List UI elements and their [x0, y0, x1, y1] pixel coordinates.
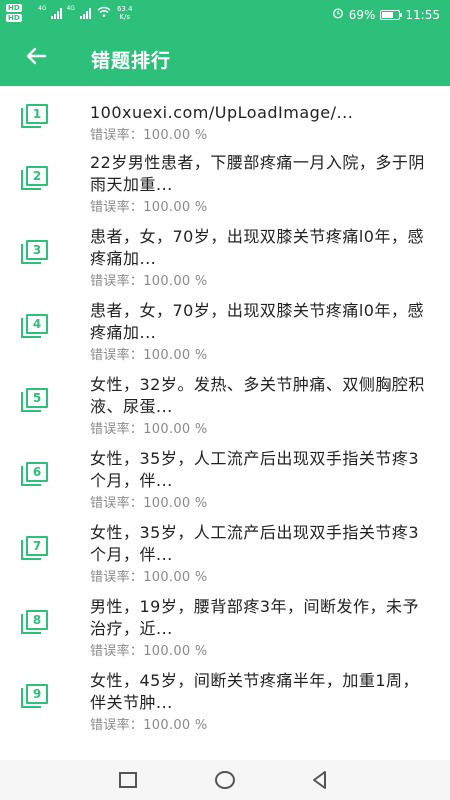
- rank-number: 7: [26, 536, 48, 556]
- rank-icon: 6: [21, 462, 49, 488]
- rank-number: 4: [26, 314, 48, 334]
- question-title: 22岁男性患者，下腰部疼痛一月入院，多于阴雨天加重...: [90, 153, 425, 194]
- status-bar: HD HD 4G 4G 63.4 K/s 69% 11:55: [0, 0, 450, 30]
- rank-icon: 1: [21, 104, 49, 130]
- question-title: 女性，35岁，人工流产后出现双手指关节疼3个月，伴...: [90, 523, 420, 564]
- error-rate: 错误率：100.00 %: [90, 718, 208, 733]
- list-item[interactable]: 9 女性，45岁，间断关节疼痛半年，加重1周，伴关节肿... 错误率：100.00 …: [0, 666, 450, 740]
- arrow-left-icon: [25, 47, 47, 69]
- rank-icon: 7: [21, 536, 49, 562]
- hd-badge: HD: [6, 4, 22, 12]
- hd-badges: HD HD: [6, 4, 22, 22]
- wifi-icon: [97, 6, 111, 20]
- error-rate: 错误率：100.00 %: [90, 274, 208, 289]
- rank-icon: 9: [21, 684, 49, 710]
- signal-icon: [79, 7, 91, 19]
- list-item[interactable]: 6 女性，35岁，人工流产后出现双手指关节疼3个月，伴... 错误率：100.00 …: [0, 444, 450, 518]
- question-title: 女性，35岁，人工流产后出现双手指关节疼3个月，伴...: [90, 449, 420, 490]
- rank-number: 5: [26, 388, 48, 408]
- rank-number: 8: [26, 610, 48, 630]
- rank-number: 6: [26, 462, 48, 482]
- error-rate: 错误率：100.00 %: [90, 348, 208, 363]
- system-back-button[interactable]: [310, 770, 330, 790]
- rank-number: 9: [26, 684, 48, 704]
- network-type-label: 4G: [38, 4, 47, 12]
- question-title: 男性，19岁，腰背部疼3年，间断发作，未予治疗，近...: [90, 597, 420, 638]
- question-title: 患者，女，70岁，出现双膝关节疼痛l0年，感疼痛加...: [90, 301, 424, 342]
- rank-icon: 4: [21, 314, 49, 340]
- question-title: 患者，女，70岁，出现双膝关节疼痛l0年，感疼痛加...: [90, 227, 424, 268]
- list-item[interactable]: 5 女性，32岁。发热、多关节肿痛、双侧胸腔积液、尿蛋... 错误率：100.00 …: [0, 370, 450, 444]
- back-button[interactable]: [14, 43, 58, 73]
- recent-apps-button[interactable]: [119, 772, 137, 788]
- list-item[interactable]: 1 100xuexi.com/UpLoadImage/... 错误率：100.00 …: [0, 86, 450, 148]
- list-item[interactable]: 7 女性，35岁，人工流产后出现双手指关节疼3个月，伴... 错误率：100.00 …: [0, 518, 450, 592]
- rank-icon: 8: [21, 610, 49, 636]
- signal-icon: [51, 7, 63, 19]
- rank-icon: 5: [21, 388, 49, 414]
- network-speed-unit: K/s: [119, 13, 131, 21]
- rank-number: 2: [26, 166, 48, 186]
- question-title: 女性，45岁，间断关节疼痛半年，加重1周，伴关节肿...: [90, 671, 420, 712]
- error-rate: 错误率：100.00 %: [90, 496, 208, 511]
- page-title: 错题排行: [91, 50, 172, 72]
- rank-icon: 3: [21, 240, 49, 266]
- error-rate: 错误率：100.00 %: [90, 200, 208, 215]
- home-button[interactable]: [215, 771, 235, 789]
- ranking-list: 1 100xuexi.com/UpLoadImage/... 错误率：100.00 …: [0, 86, 450, 760]
- battery-icon: [380, 9, 403, 20]
- list-item[interactable]: 4 患者，女，70岁，出现双膝关节疼痛l0年，感疼痛加... 错误率：100.00 …: [0, 296, 450, 370]
- list-item[interactable]: 3 患者，女，70岁，出现双膝关节疼痛l0年，感疼痛加... 错误率：100.00 …: [0, 222, 450, 296]
- network-type-label: 4G: [66, 4, 75, 12]
- battery-percent: 69%: [348, 7, 376, 22]
- app-bar: 错题排行: [0, 30, 450, 86]
- navigation-bar: [0, 760, 450, 800]
- error-rate: 错误率：100.00 %: [90, 570, 208, 585]
- network-speed: 63.4 K/s: [117, 5, 133, 21]
- alarm-icon: [332, 7, 344, 22]
- hd-badge: HD: [6, 14, 22, 22]
- question-title: 女性，32岁。发热、多关节肿痛、双侧胸腔积液、尿蛋...: [90, 375, 425, 416]
- network-speed-value: 63.4: [116, 5, 133, 13]
- list-item[interactable]: 8 男性，19岁，腰背部疼3年，间断发作，未予治疗，近... 错误率：100.00 …: [0, 592, 450, 666]
- network-indicators: 4G 4G 63.4 K/s: [38, 4, 133, 22]
- error-rate: 错误率：100.00 %: [90, 128, 208, 143]
- clock: 11:55: [405, 7, 440, 22]
- error-rate: 错误率：100.00 %: [90, 644, 208, 659]
- list-item[interactable]: 2 22岁男性患者，下腰部疼痛一月入院，多于阴雨天加重... 错误率：100.00 …: [0, 148, 450, 222]
- status-right: 69% 11:55: [332, 7, 440, 22]
- rank-number: 1: [26, 104, 48, 124]
- rank-number: 3: [26, 240, 48, 260]
- question-title: 100xuexi.com/UpLoadImage/...: [90, 103, 354, 122]
- error-rate: 错误率：100.00 %: [90, 422, 208, 437]
- rank-icon: 2: [21, 166, 49, 192]
